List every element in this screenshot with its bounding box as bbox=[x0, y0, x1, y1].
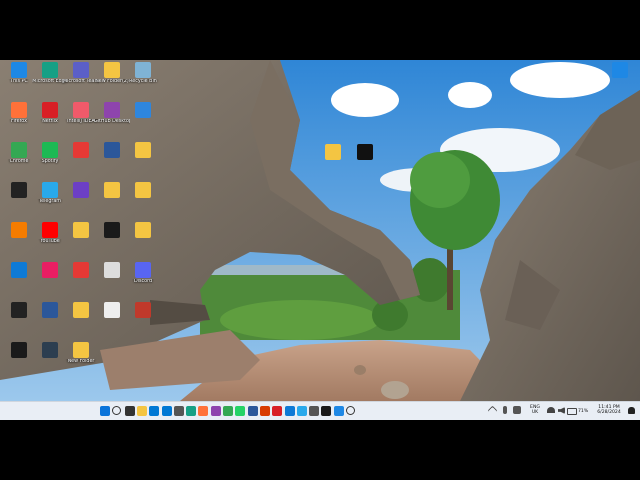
battery-percentage: 71% bbox=[578, 409, 589, 414]
app-icon bbox=[42, 342, 58, 358]
taskbar: ENG UK 71% 11:41 PM 6/28/2024 bbox=[0, 401, 640, 420]
vs-code-icon bbox=[11, 262, 27, 278]
netflix-icon[interactable] bbox=[272, 406, 282, 416]
folder-icon bbox=[104, 62, 120, 78]
capcut-icon bbox=[11, 182, 27, 198]
windows-start-icon[interactable] bbox=[100, 406, 110, 416]
desktop-screen: This PC Microsoft Edge Microsoft Teams New … bbox=[0, 60, 640, 420]
network-icon[interactable] bbox=[513, 406, 521, 414]
notification-bell-icon[interactable] bbox=[628, 407, 635, 414]
desktop-icon[interactable]: New Folder bbox=[63, 342, 99, 380]
defender-icon[interactable] bbox=[162, 406, 172, 416]
visual-studio-icon bbox=[73, 182, 89, 198]
telegram-icon bbox=[42, 182, 58, 198]
desktop-icon-label: New Folder bbox=[67, 359, 95, 364]
share-icon bbox=[104, 262, 120, 278]
clock-date: 6/28/2024 bbox=[597, 410, 621, 415]
text-icon[interactable] bbox=[309, 406, 319, 416]
microphone-icon[interactable] bbox=[503, 406, 507, 414]
folder-icon bbox=[135, 142, 151, 158]
vs-code-icon[interactable] bbox=[285, 406, 295, 416]
chrome-icon[interactable] bbox=[223, 406, 233, 416]
folder-icon bbox=[325, 144, 341, 160]
discord-icon bbox=[135, 262, 151, 278]
folder-icon bbox=[104, 182, 120, 198]
folder-icon bbox=[73, 342, 89, 358]
folder-icon bbox=[73, 302, 89, 318]
chrome-icon bbox=[11, 142, 27, 158]
youtube-icon bbox=[42, 222, 58, 238]
desktop-icon-label: Recycle Bin bbox=[129, 79, 157, 84]
apps-icon bbox=[42, 262, 58, 278]
jetbrains-icon bbox=[104, 222, 120, 238]
monitor-icon bbox=[11, 62, 27, 78]
spotify-icon bbox=[42, 142, 58, 158]
desktop-icon[interactable] bbox=[125, 182, 161, 220]
recycle-bin-icon bbox=[135, 62, 151, 78]
app-icon bbox=[135, 302, 151, 318]
jetbrains-icon[interactable] bbox=[321, 406, 331, 416]
desktop-icon[interactable] bbox=[125, 142, 161, 180]
firefox-icon[interactable] bbox=[198, 406, 208, 416]
telegram-icon[interactable] bbox=[297, 406, 307, 416]
settings-icon[interactable] bbox=[174, 406, 184, 416]
wifi-icon[interactable] bbox=[547, 407, 555, 413]
desktop-icon[interactable] bbox=[347, 144, 383, 182]
globe-icon[interactable] bbox=[346, 406, 355, 415]
edge-icon bbox=[42, 62, 58, 78]
keyboard-region: UK bbox=[531, 410, 539, 415]
desktop-icon[interactable] bbox=[315, 144, 351, 182]
task-view-icon[interactable] bbox=[125, 406, 135, 416]
copilot-icon[interactable] bbox=[211, 406, 221, 416]
teams-icon bbox=[73, 62, 89, 78]
github-icon bbox=[104, 102, 120, 118]
battery-icon[interactable] bbox=[567, 408, 577, 415]
file-explorer-icon[interactable] bbox=[137, 406, 147, 416]
desktop-corner-icon[interactable] bbox=[602, 62, 638, 100]
file-icon bbox=[104, 302, 120, 318]
firefox-icon bbox=[11, 102, 27, 118]
volume-icon[interactable] bbox=[558, 407, 565, 414]
valorant-icon bbox=[11, 342, 27, 358]
netflix-icon bbox=[42, 102, 58, 118]
word-file-icon bbox=[42, 302, 58, 318]
stock-chart-icon bbox=[357, 144, 373, 160]
desktop-icon[interactable] bbox=[125, 302, 161, 340]
vlc-icon bbox=[11, 222, 27, 238]
clock[interactable]: 11:41 PM 6/28/2024 bbox=[592, 405, 626, 415]
pdf-file-icon bbox=[73, 142, 89, 158]
search-icon[interactable] bbox=[112, 406, 121, 415]
language-indicator[interactable]: ENG UK bbox=[526, 405, 544, 415]
desktop-icon[interactable]: Discord bbox=[125, 262, 161, 300]
system-tray-chevron-icon[interactable] bbox=[487, 405, 498, 416]
whatsapp-icon[interactable] bbox=[235, 406, 245, 416]
desktop-icon[interactable]: Recycle Bin bbox=[125, 62, 161, 100]
word-icon[interactable] bbox=[248, 406, 258, 416]
pdf-file-icon bbox=[73, 262, 89, 278]
folder-icon bbox=[135, 182, 151, 198]
desktop-icon[interactable] bbox=[125, 222, 161, 260]
desktop-icon[interactable] bbox=[125, 102, 161, 140]
folder-icon bbox=[135, 222, 151, 238]
photo-icon bbox=[612, 62, 628, 78]
store-icon[interactable] bbox=[149, 406, 159, 416]
folder-icon bbox=[73, 222, 89, 238]
office-icon[interactable] bbox=[260, 406, 270, 416]
desktop-icon-label: Discord bbox=[133, 279, 153, 284]
snipping-tool-icon[interactable] bbox=[334, 406, 344, 416]
network-icon bbox=[135, 102, 151, 118]
word-file-icon bbox=[104, 142, 120, 158]
intellij-icon bbox=[73, 102, 89, 118]
edge-icon[interactable] bbox=[186, 406, 196, 416]
file-icon bbox=[11, 302, 27, 318]
